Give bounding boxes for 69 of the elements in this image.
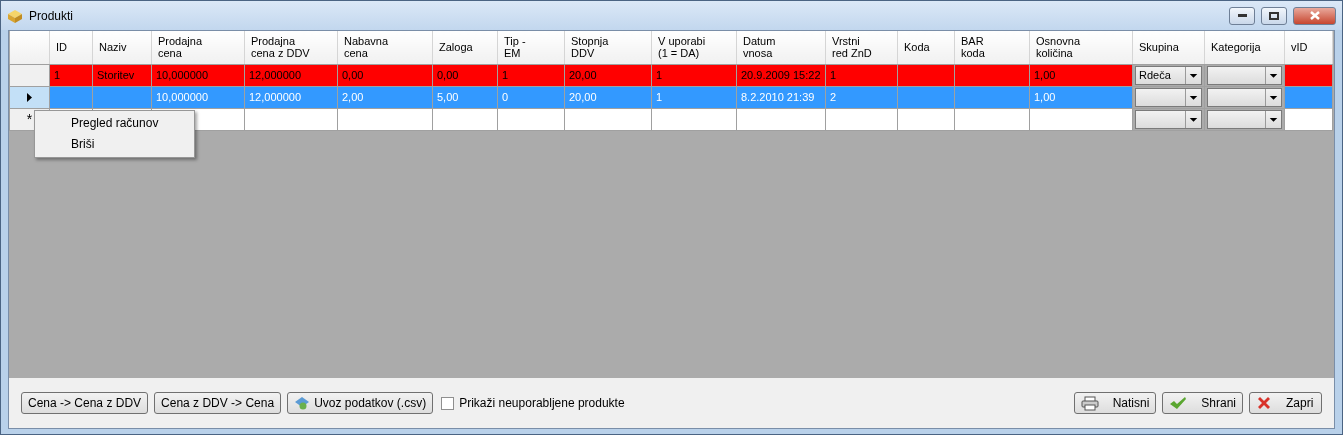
row-header[interactable] bbox=[9, 86, 50, 108]
table-cell: 1 bbox=[656, 69, 663, 81]
column-header[interactable]: ID bbox=[49, 31, 93, 64]
dropdown[interactable] bbox=[1135, 87, 1202, 107]
window-title: Produkti bbox=[29, 8, 75, 23]
action-button[interactable]: Uvoz podatkov (.csv) bbox=[287, 392, 434, 414]
table-cell: 8.2.2010 21:39 bbox=[741, 91, 815, 103]
column-header[interactable]: Prodajna cena bbox=[151, 31, 245, 64]
table-cell: 1 bbox=[830, 69, 837, 81]
column-header[interactable]: Koda bbox=[897, 31, 955, 64]
action-button[interactable]: Cena -> Cena z DDV bbox=[21, 392, 149, 414]
column-header[interactable]: Nabavna cena bbox=[337, 31, 433, 64]
table-cell: 2 bbox=[830, 91, 837, 103]
close-icon bbox=[1256, 395, 1272, 411]
table-cell: 10,000000 bbox=[156, 91, 208, 103]
action-button[interactable]: Cena z DDV -> Cena bbox=[154, 392, 282, 414]
table-cell: 20.9.2009 15:22 bbox=[741, 69, 821, 81]
column-header[interactable]: Datum vnosa bbox=[736, 31, 826, 64]
table-cell: 10,000000 bbox=[156, 69, 208, 81]
table-cell: 12,000000 bbox=[249, 91, 301, 103]
table-cell: 2,00 bbox=[342, 91, 364, 103]
current-row-icon bbox=[27, 93, 32, 102]
column-header[interactable]: V uporabi (1 = DA) bbox=[651, 31, 737, 64]
table-cell: 1,00 bbox=[1034, 91, 1056, 103]
column-header[interactable]: BAR koda bbox=[954, 31, 1030, 64]
import-icon bbox=[294, 396, 311, 410]
table-cell: 20,00 bbox=[569, 69, 597, 81]
minimize-button[interactable] bbox=[1229, 6, 1255, 25]
check-icon bbox=[1169, 396, 1188, 410]
table-cell: 5,00 bbox=[437, 91, 459, 103]
table-cell: 0,00 bbox=[437, 69, 459, 81]
new-row-marker: * bbox=[26, 111, 33, 127]
box-icon bbox=[7, 8, 23, 23]
menu-item[interactable]: Briši bbox=[37, 134, 192, 155]
column-header[interactable]: Kategorija bbox=[1204, 31, 1285, 64]
column-header[interactable]: Osnovna količina bbox=[1029, 31, 1133, 64]
column-header[interactable]: vID bbox=[1284, 31, 1333, 64]
close-icon bbox=[1309, 11, 1320, 20]
column-header[interactable]: Stopnja DDV bbox=[564, 31, 652, 64]
column-header[interactable]: Naziv bbox=[92, 31, 152, 64]
checkbox-label: Prikaži neuporabljene produkte bbox=[459, 396, 625, 410]
column-header[interactable]: Tip - EM bbox=[497, 31, 565, 64]
dropdown[interactable] bbox=[1135, 109, 1202, 129]
maximize-icon bbox=[1269, 11, 1279, 20]
table-cell: 0,00 bbox=[342, 69, 364, 81]
column-header[interactable]: Vrstni red ZnD bbox=[825, 31, 898, 64]
column-header[interactable]: Zaloga bbox=[432, 31, 498, 64]
maximize-button[interactable] bbox=[1261, 6, 1287, 25]
table-cell: 1 bbox=[656, 91, 663, 103]
printer-icon bbox=[1080, 395, 1099, 411]
dropdown[interactable] bbox=[1207, 87, 1282, 107]
action-button[interactable]: Shrani bbox=[1162, 392, 1243, 414]
table-cell: 20,00 bbox=[569, 91, 597, 103]
dropdown[interactable] bbox=[1207, 109, 1282, 129]
minimize-icon bbox=[1237, 14, 1247, 17]
dropdown[interactable]: Rdeča bbox=[1135, 65, 1202, 85]
dropdown[interactable] bbox=[1207, 65, 1282, 85]
column-header[interactable]: Prodajna cena z DDV bbox=[244, 31, 338, 64]
table-cell: 1 bbox=[502, 69, 509, 81]
checkbox[interactable] bbox=[441, 396, 455, 410]
close-button[interactable] bbox=[1293, 6, 1336, 25]
table-cell: Storitev bbox=[97, 69, 135, 81]
column-header[interactable]: Skupina bbox=[1132, 31, 1205, 64]
action-button[interactable]: Natisni bbox=[1073, 392, 1157, 414]
table-cell: 0 bbox=[502, 91, 509, 103]
table-cell: 12,000000 bbox=[249, 69, 301, 81]
table-cell: 1 bbox=[54, 69, 61, 81]
table-cell: 1,00 bbox=[1034, 69, 1056, 81]
action-button[interactable]: Zapri bbox=[1249, 392, 1322, 414]
